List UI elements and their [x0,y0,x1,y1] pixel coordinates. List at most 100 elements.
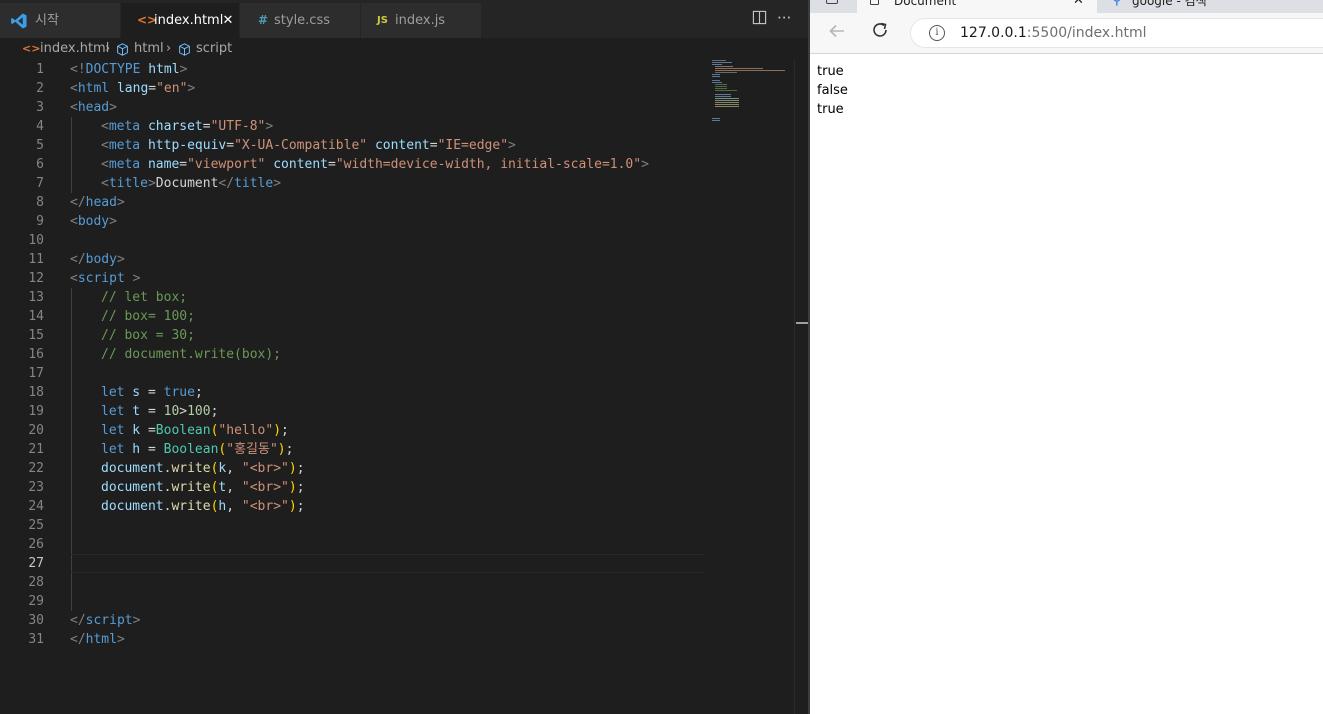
reload-icon[interactable] [871,21,889,44]
token: < [70,81,78,96]
browser-tab-strip: Document ✕ ⚲ google - 검색 [810,0,1323,13]
token: > [124,271,141,286]
token: "<br>" [241,499,289,514]
code-line: </body> [70,250,125,269]
token: Boolean [155,423,211,438]
line-number: 26 [28,537,44,552]
browser-toolbar: i 127.0.0.1:5500/index.html [810,13,1323,54]
token: = [140,404,164,419]
info-icon[interactable]: i [929,25,945,41]
vscode-logo-icon [10,3,28,38]
token: < [70,100,78,115]
line-number: 1 [36,62,44,77]
token: "X-UA-Compatible" [234,138,368,153]
token: < [101,157,109,172]
token: html [85,632,117,647]
close-icon[interactable]: ✕ [220,3,236,38]
token: > [116,252,125,267]
vertical-scrollbar[interactable] [794,60,808,714]
token: script [85,613,133,628]
token: write [171,461,211,476]
code-line: document.write(t, "<br>"); [101,478,305,497]
breadcrumb-file[interactable]: index.html [40,38,109,60]
token: ; [285,442,294,457]
tab-index-js[interactable]: JS index.js [361,3,481,38]
code-line: // box= 100; [101,309,195,324]
split-editor-icon[interactable] [752,10,767,30]
address-bar[interactable]: i 127.0.0.1:5500/index.html [910,18,1323,48]
current-line-highlight [71,554,704,573]
token: ; [210,404,219,419]
token: </ [70,613,86,628]
token: name [140,157,180,172]
token: > [641,157,649,172]
token: document [101,461,164,476]
output-line: true [817,102,844,117]
line-number: 18 [28,385,44,400]
breadcrumb: <> index.html › html › script [0,38,808,60]
code-line: <body> [70,212,117,231]
element-cube-icon [116,43,129,59]
line-number: 30 [28,613,44,628]
tab-index-html[interactable]: <> index.html ✕ [121,3,239,38]
token: head [85,195,117,210]
code-line: <meta http-equiv="X-UA-Compatible" conte… [101,136,516,155]
tab-start[interactable]: 시작 [0,3,120,38]
token: html [77,81,110,96]
token: > [132,613,141,628]
token: s [124,385,141,400]
token: content [265,157,329,172]
token: </ [218,176,235,191]
token: = [429,138,438,153]
token: http-equiv [140,138,227,153]
token: > [116,195,125,210]
token: "viewport" [187,157,266,172]
search-icon: ⚲ [1112,0,1122,8]
token: > [265,119,274,134]
token: k [124,423,141,438]
line-number: 21 [28,442,44,457]
token: ) [288,461,297,476]
tab-style-css[interactable]: # style.css [240,3,360,38]
back-arrow-icon[interactable] [828,22,846,46]
token: write [171,499,211,514]
minimap[interactable] [712,60,792,130]
code-line: </head> [70,193,125,212]
code-line: <!DOCTYPE html> [70,60,187,79]
token: </ [70,195,86,210]
token: write [171,480,211,495]
browser-tab-google[interactable]: ⚲ google - 검색 [1100,0,1323,13]
code-editor[interactable]: 시작 <> index.html ✕ # style.css JS index.… [0,0,808,714]
browser-window: Document ✕ ⚲ google - 검색 i 127.0.0.1:550… [810,0,1323,714]
line-number: 23 [28,480,44,495]
close-icon[interactable]: ✕ [1073,0,1084,11]
token: document [101,480,164,495]
token: ) [273,423,282,438]
tab-label: style.css [274,13,330,28]
tab-label: 시작 [35,13,59,28]
tab-label: index.js [395,13,446,28]
tab-actions-icon[interactable] [826,0,838,4]
token: </ [70,252,86,267]
line-number: 13 [28,290,44,305]
token: "hello" [218,423,274,438]
indent-guide [71,117,72,193]
token: let [101,385,125,400]
breadcrumb-html[interactable]: html [134,38,164,60]
line-number: 31 [28,632,44,647]
code-line: // let box; [101,290,188,305]
token: > [179,404,188,419]
output-line: false [817,83,848,98]
breadcrumb-script[interactable]: script [196,38,232,60]
token: "홍길동" [226,442,278,457]
token: ; [194,385,203,400]
element-cube-icon [178,43,191,59]
token: meta [108,119,141,134]
url-text[interactable]: 127.0.0.1:5500/index.html [960,19,1147,47]
code-line: let k =Boolean("hello"); [101,421,289,440]
browser-tab-document[interactable]: Document ✕ [857,0,1097,13]
token: Document [155,176,219,191]
css-hash-icon: # [258,13,269,27]
tab-label: index.html [154,13,224,28]
ellipsis-icon[interactable]: ··· [777,9,791,27]
